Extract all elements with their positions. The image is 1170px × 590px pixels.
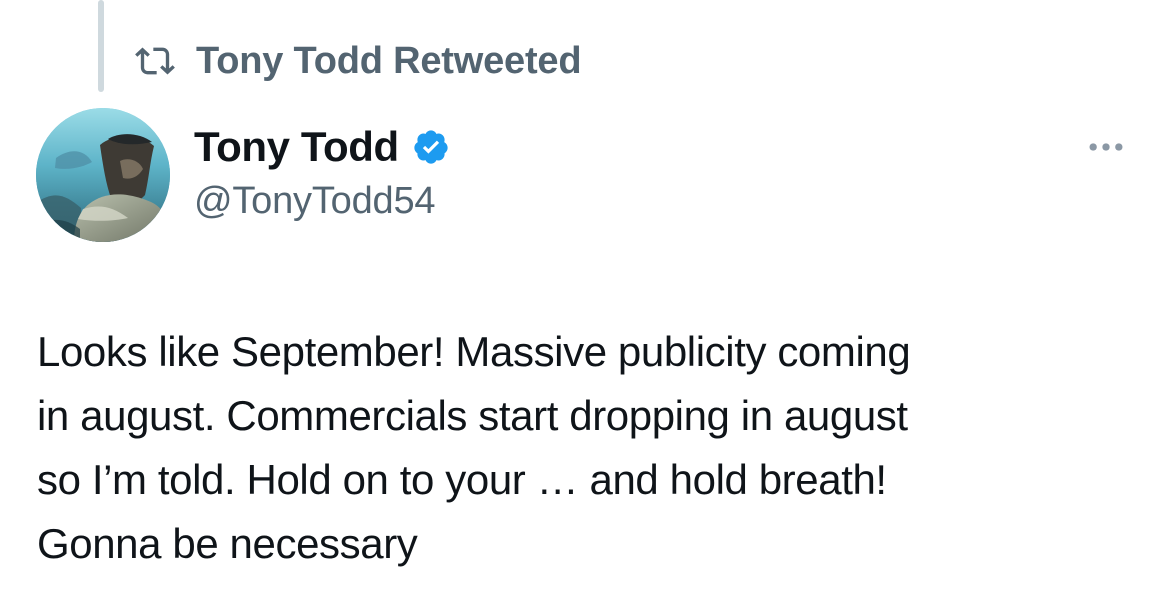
author-handle[interactable]: @TonyTodd54: [194, 182, 451, 220]
avatar[interactable]: [36, 108, 170, 242]
author-name[interactable]: Tony Todd: [194, 126, 399, 168]
retweet-context: Tony Todd Retweeted: [132, 38, 582, 84]
author-name-row: Tony Todd: [194, 126, 451, 168]
verified-badge-icon: [411, 127, 451, 167]
tweet-text: Looks like September! Massive publicity …: [37, 328, 911, 567]
more-horizontal-icon[interactable]: [1076, 132, 1136, 162]
retweet-icon: [132, 38, 178, 84]
retweet-label[interactable]: Tony Todd Retweeted: [196, 42, 582, 80]
tweet-header: Tony Todd @TonyTodd54: [194, 126, 451, 220]
thread-line: [98, 0, 104, 92]
avatar-image: [36, 108, 170, 242]
